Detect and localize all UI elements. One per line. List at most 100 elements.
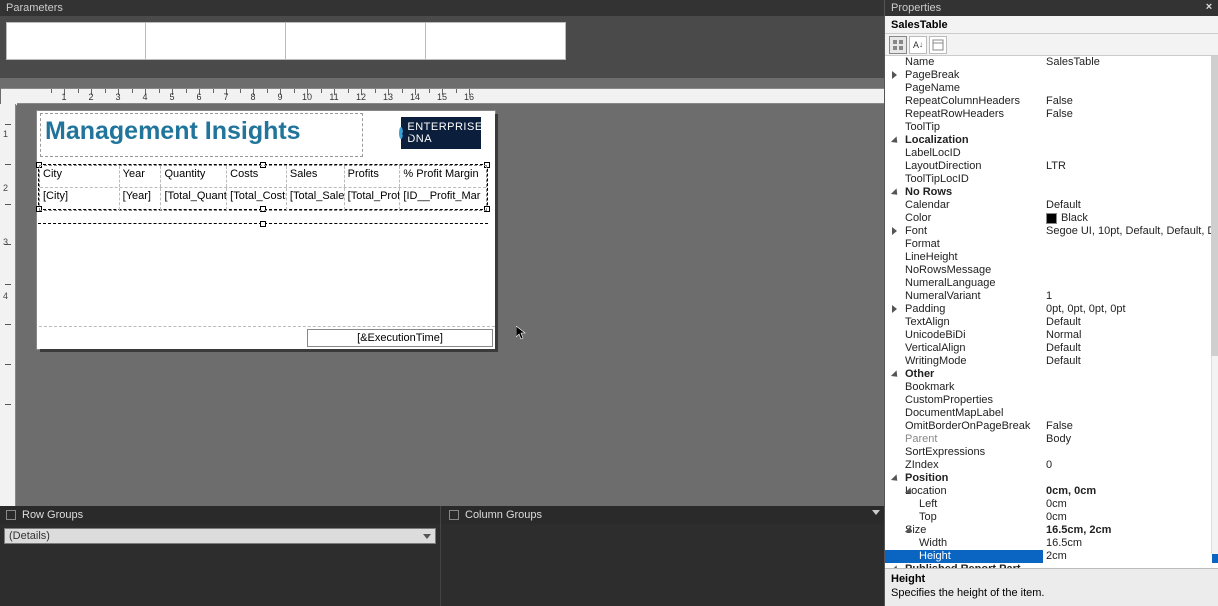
property-row[interactable]: Position (885, 472, 1218, 485)
expand-chevron-icon[interactable] (892, 370, 901, 379)
categorized-button[interactable] (889, 36, 907, 54)
property-row[interactable]: OmitBorderOnPageBreakFalse (885, 420, 1218, 433)
property-row[interactable]: FontSegoe UI, 10pt, Default, Default, De… (885, 225, 1218, 238)
column-header[interactable]: Year (120, 166, 162, 187)
scrollbar-thumb[interactable] (1211, 56, 1218, 356)
property-row[interactable]: NameSalesTable (885, 56, 1218, 69)
execution-time-footer[interactable]: [&ExecutionTime] (307, 329, 493, 347)
expand-chevron-icon[interactable] (892, 305, 901, 314)
property-row[interactable]: ParentBody (885, 433, 1218, 446)
color-swatch-icon (1046, 213, 1057, 224)
property-row[interactable]: ToolTip (885, 121, 1218, 134)
close-icon[interactable]: × (1202, 0, 1216, 14)
property-row[interactable]: Location0cm, 0cm (885, 485, 1218, 498)
expand-chevron-icon[interactable] (892, 188, 901, 197)
parameter-slot[interactable] (286, 22, 426, 60)
column-header[interactable]: Costs (227, 166, 287, 187)
column-header[interactable]: % Profit Margin (400, 166, 486, 187)
property-row[interactable]: NoRowsMessage (885, 264, 1218, 277)
properties-panel: Properties × SalesTable A↓ NameSalesTabl… (884, 0, 1218, 606)
expand-chevron-icon[interactable] (892, 474, 901, 483)
design-surface[interactable]: 12345678910111213141516 1234 Management … (0, 78, 884, 506)
expand-chevron-icon[interactable] (892, 71, 901, 80)
column-groups-icon (449, 510, 459, 520)
property-row[interactable]: Size16.5cm, 2cm (885, 524, 1218, 537)
logo-icon (399, 127, 403, 139)
property-row[interactable]: Format (885, 238, 1218, 251)
field-cell[interactable]: [Year] (120, 188, 162, 210)
property-row[interactable]: PageName (885, 82, 1218, 95)
horizontal-ruler: 12345678910111213141516 (16, 88, 884, 104)
property-row[interactable]: Width16.5cm (885, 537, 1218, 550)
property-row[interactable]: Left0cm (885, 498, 1218, 511)
selected-object-name[interactable]: SalesTable (885, 16, 1218, 34)
parameters-area[interactable] (0, 16, 884, 78)
details-group-item[interactable]: (Details) (4, 528, 436, 544)
column-groups-list[interactable] (440, 524, 884, 606)
column-header[interactable]: Profits (345, 166, 401, 187)
property-row[interactable]: DocumentMapLabel (885, 407, 1218, 420)
expand-chevron-icon[interactable] (892, 136, 901, 145)
column-header[interactable]: City (40, 166, 120, 187)
report-page[interactable]: Management Insights ENTERPRISE DNA CityY… (36, 110, 496, 350)
property-row[interactable]: ToolTipLocID (885, 173, 1218, 186)
property-row[interactable]: SortExpressions (885, 446, 1218, 459)
column-header[interactable]: Quantity (161, 166, 227, 187)
field-cell[interactable]: [Total_Profits] (345, 188, 401, 210)
properties-grid[interactable]: NameSalesTablePageBreakPageNameRepeatCol… (885, 56, 1218, 568)
column-header[interactable]: Sales (287, 166, 345, 187)
property-row[interactable]: LabelLocID (885, 147, 1218, 160)
property-row[interactable]: No Rows (885, 186, 1218, 199)
property-row[interactable]: Published Report Part (885, 563, 1218, 568)
row-groups-list[interactable]: (Details) (0, 524, 440, 606)
property-row[interactable]: CustomProperties (885, 394, 1218, 407)
company-logo[interactable]: ENTERPRISE DNA (401, 117, 481, 149)
field-cell[interactable]: [Total_Sales] (287, 188, 345, 210)
sales-table[interactable]: CityYearQuantityCostsSalesProfits% Profi… (39, 165, 487, 211)
property-row[interactable]: Padding0pt, 0pt, 0pt, 0pt (885, 303, 1218, 316)
field-cell[interactable]: [Total_Costs] (227, 188, 287, 210)
alphabetical-button[interactable]: A↓ (909, 36, 927, 54)
grouping-pane: Row Groups Column Groups (Details) (0, 506, 884, 606)
field-cell[interactable]: [ID__Profit_Mar (400, 188, 486, 210)
field-cell[interactable]: [City] (40, 188, 120, 210)
parameter-slot[interactable] (426, 22, 566, 60)
expand-chevron-icon[interactable] (906, 526, 915, 535)
expand-chevron-icon[interactable] (906, 487, 915, 496)
parameter-slot[interactable] (6, 22, 146, 60)
property-row[interactable]: Localization (885, 134, 1218, 147)
property-pages-button[interactable] (929, 36, 947, 54)
property-row[interactable]: RepeatColumnHeadersFalse (885, 95, 1218, 108)
property-row[interactable]: ColorBlack (885, 212, 1218, 225)
parameters-panel-title: Parameters (0, 0, 884, 16)
property-description: Height Specifies the height of the item. (885, 568, 1218, 606)
property-row[interactable]: LineHeight (885, 251, 1218, 264)
property-row[interactable]: WritingModeDefault (885, 355, 1218, 368)
property-row[interactable]: PageBreak (885, 69, 1218, 82)
parameter-slot[interactable] (146, 22, 286, 60)
properties-toolbar: A↓ (885, 34, 1218, 56)
details-dropdown-chevron-down-icon[interactable] (423, 534, 431, 539)
property-row[interactable]: NumeralVariant1 (885, 290, 1218, 303)
property-row[interactable]: Other (885, 368, 1218, 381)
grouping-menu-chevron-down-icon[interactable] (872, 510, 880, 515)
column-groups-header[interactable]: Column Groups (440, 506, 884, 524)
property-row[interactable]: LayoutDirectionLTR (885, 160, 1218, 173)
properties-title: Properties × (885, 0, 1218, 16)
report-title[interactable]: Management Insights (41, 115, 361, 155)
property-row[interactable]: Height2cm (885, 550, 1218, 563)
expand-chevron-icon[interactable] (892, 565, 901, 568)
property-row[interactable]: Top0cm (885, 511, 1218, 524)
property-row[interactable]: NumeralLanguage (885, 277, 1218, 290)
property-row[interactable]: CalendarDefault (885, 199, 1218, 212)
property-row[interactable]: RepeatRowHeadersFalse (885, 108, 1218, 121)
expand-chevron-icon[interactable] (892, 227, 901, 236)
property-row[interactable]: UnicodeBiDiNormal (885, 329, 1218, 342)
property-row[interactable]: VerticalAlignDefault (885, 342, 1218, 355)
property-row[interactable]: Bookmark (885, 381, 1218, 394)
field-cell[interactable]: [Total_Quantity] (161, 188, 227, 210)
row-groups-header[interactable]: Row Groups (0, 506, 440, 524)
property-row[interactable]: ZIndex0 (885, 459, 1218, 472)
description-title: Height (891, 573, 1212, 585)
property-row[interactable]: TextAlignDefault (885, 316, 1218, 329)
